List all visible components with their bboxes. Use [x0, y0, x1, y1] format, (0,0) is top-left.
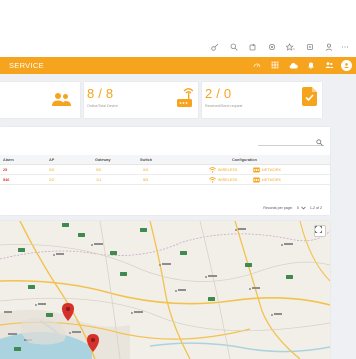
collections-icon[interactable] [300, 41, 319, 53]
table-header: Alarm AP Gateway Switch Configuration [0, 155, 330, 165]
card-label: Online/Total Device [87, 104, 118, 108]
column-alarm[interactable]: Alarm [3, 158, 14, 162]
users-icon[interactable] [323, 59, 335, 71]
records-per-page-value: 5 [296, 206, 299, 210]
network-label: NETWORK [262, 168, 282, 172]
grid-icon[interactable] [269, 59, 281, 71]
search-input[interactable] [258, 132, 324, 146]
column-configuration[interactable]: Configuration [232, 158, 257, 162]
network-link[interactable]: NETWORK [253, 177, 281, 183]
device-map[interactable] [0, 221, 330, 359]
column-ap[interactable]: AP [49, 158, 54, 162]
fullscreen-icon [315, 226, 322, 233]
key-icon[interactable] [205, 41, 224, 53]
ap-count: 0/0 [49, 168, 55, 172]
table-row[interactable]: 25 0/0 0/0 0/0 WIRELESS NETWORK [0, 165, 330, 175]
router-icon [176, 87, 193, 109]
document-check-icon [302, 87, 317, 106]
records-range: 1-2 of 2 [309, 206, 322, 210]
network-icon [253, 167, 260, 173]
wireless-label: WIRELESS [218, 168, 238, 172]
map-canvas [0, 221, 330, 359]
wireless-link[interactable]: WIRELESS [209, 177, 237, 183]
column-switch[interactable]: Switch [140, 158, 152, 162]
card-value: 2 / 0 [205, 86, 232, 101]
chevron-down-icon [301, 206, 306, 210]
device-table-panel: Alarm AP Gateway Switch Configuration 25… [0, 127, 330, 215]
table-row[interactable]: 546 2/2 1/1 5/5 WIRELESS NETWORK [0, 175, 330, 185]
wifi-icon [209, 177, 216, 183]
table-pagination: Records per page: 5 1-2 of 2 [263, 206, 322, 210]
app-header: SERVICE [0, 57, 356, 74]
settings-icon[interactable] [262, 41, 281, 53]
puzzle-icon[interactable] [243, 41, 262, 53]
requests-card[interactable]: 2 / 0 Received/Send request [202, 82, 322, 118]
star-icon[interactable] [281, 41, 300, 53]
dashboard-icon[interactable] [251, 59, 263, 71]
network-icon [253, 177, 260, 183]
card-value: 8 / 8 [87, 86, 114, 101]
search-icon[interactable] [316, 133, 323, 151]
wireless-label: WIRELESS [218, 178, 238, 182]
column-gateway[interactable]: Gateway [95, 158, 111, 162]
fullscreen-button[interactable] [314, 225, 326, 237]
gateway-count: 1/1 [96, 178, 102, 182]
ap-count: 2/2 [49, 178, 55, 182]
profile-icon[interactable] [319, 41, 338, 53]
wifi-icon [209, 167, 216, 173]
cloud-icon[interactable] [287, 59, 299, 71]
switch-count: 5/5 [143, 178, 149, 182]
records-per-page-label: Records per page: [263, 206, 293, 210]
users-icon [52, 92, 71, 107]
browser-chrome: ··· [0, 0, 356, 57]
users-card[interactable] [0, 82, 80, 118]
records-per-page-select[interactable]: 5 [297, 206, 306, 210]
wireless-link[interactable]: WIRELESS [209, 167, 237, 173]
alarm-count: 546 [3, 178, 10, 182]
browser-toolbar: ··· [205, 41, 352, 53]
switch-count: 0/0 [143, 168, 149, 172]
network-label: NETWORK [262, 178, 282, 182]
summary-cards: 8 / 8 Online/Total Device 2 / 0 Received… [0, 82, 356, 118]
alarm-count: 25 [3, 168, 8, 172]
bell-icon[interactable] [305, 59, 317, 71]
header-actions [251, 59, 352, 71]
network-link[interactable]: NETWORK [253, 167, 281, 173]
gateway-count: 0/0 [96, 168, 102, 172]
devices-card[interactable]: 8 / 8 Online/Total Device [84, 82, 198, 118]
account-icon[interactable] [341, 59, 352, 71]
app-title: SERVICE [9, 61, 44, 70]
card-label: Received/Send request [205, 104, 243, 108]
more-icon[interactable]: ··· [338, 41, 352, 53]
zoom-icon[interactable] [224, 41, 243, 53]
